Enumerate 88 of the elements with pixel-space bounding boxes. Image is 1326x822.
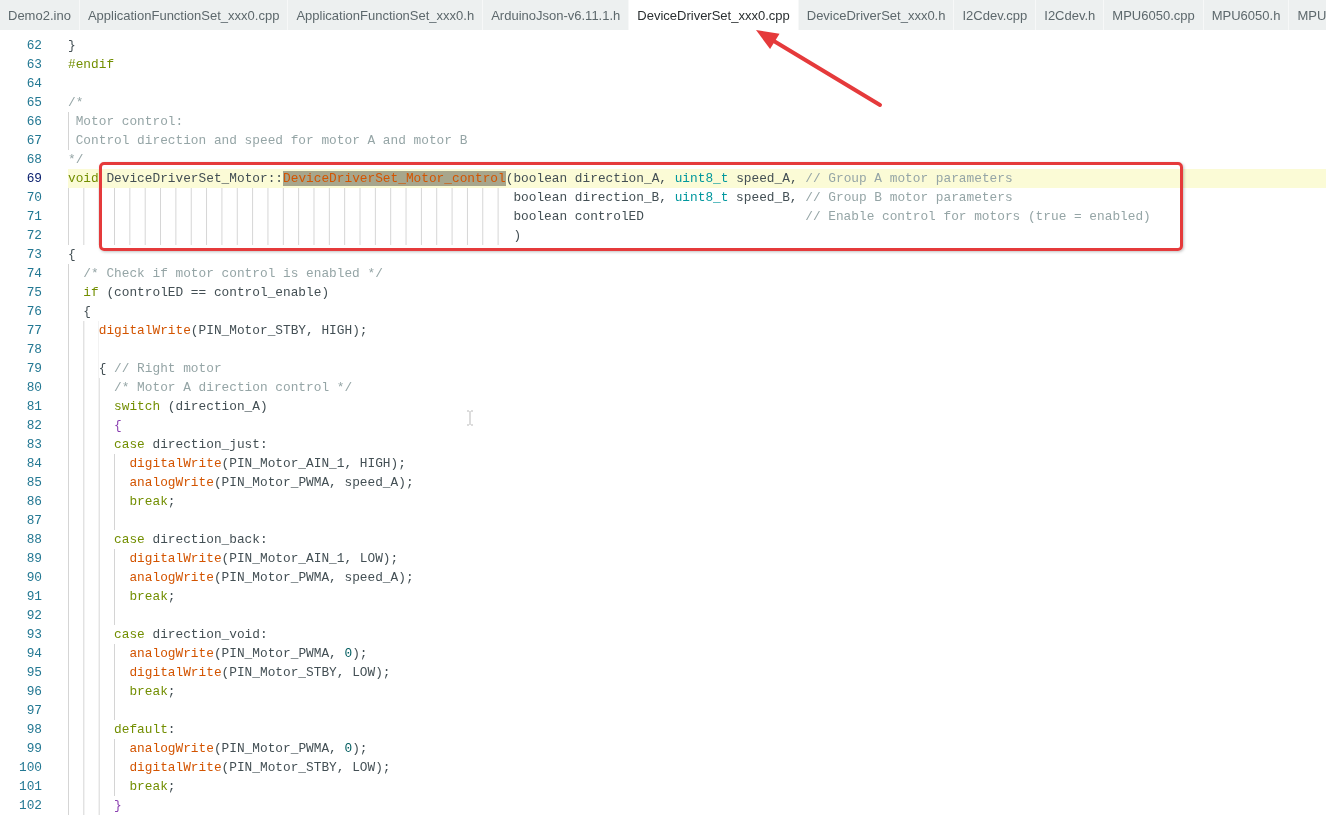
code-line: Control direction and speed for motor A and motor B [75, 133, 468, 148]
line-number: 64 [25, 75, 42, 93]
line-number: 63 [25, 56, 42, 74]
code-line: ) [513, 228, 522, 243]
code-line: } [68, 38, 76, 53]
code-line: void DeviceDriverSet_Motor::DeviceDriverSet_Motor_control(boolean direction_A, uint8_t speed_A, // Group A motor parameters [68, 171, 1013, 186]
line-number: 93 [25, 626, 42, 644]
file-tab[interactable]: MPU [1289, 0, 1326, 30]
file-tab[interactable]: DeviceDriverSet_xxx0.cpp [629, 0, 799, 30]
code-line: break; [129, 589, 176, 604]
code-line: break; [129, 779, 176, 794]
code-line: analogWrite(PIN_Motor_PWMA, 0); [129, 646, 368, 661]
code-line: */ [68, 152, 84, 167]
code-line: case direction_void: [114, 627, 268, 642]
code-line: default: [114, 722, 176, 737]
line-number: 91 [25, 588, 42, 606]
code-line: analogWrite(PIN_Motor_PWMA, 0); [129, 741, 368, 756]
line-number: 99 [25, 740, 42, 758]
line-number: 101 [17, 778, 42, 796]
line-number: 84 [25, 455, 42, 473]
line-number: 96 [25, 683, 42, 701]
line-number: 74 [25, 265, 42, 283]
line-number: 70 [25, 189, 42, 207]
file-tab[interactable]: Demo2.ino [0, 0, 80, 30]
code-line: #endif [68, 57, 115, 72]
line-number: 82 [25, 417, 42, 435]
code-line: { // Right motor [98, 361, 222, 376]
line-number: 97 [25, 702, 42, 720]
line-number: 67 [25, 132, 42, 150]
line-number: 90 [25, 569, 42, 587]
file-tab[interactable]: MPU6050.h [1203, 0, 1290, 30]
line-number: 86 [25, 493, 42, 511]
line-number: 65 [25, 94, 42, 112]
code-line: /* [68, 95, 84, 110]
line-number: 81 [25, 398, 42, 416]
code-line: analogWrite(PIN_Motor_PWMA, speed_A); [129, 570, 414, 585]
line-number: 79 [25, 360, 42, 378]
line-number: 87 [25, 512, 42, 530]
line-number: 73 [25, 246, 42, 264]
file-tab[interactable]: MPU6050.cpp [1104, 0, 1204, 30]
line-number: 94 [25, 645, 42, 663]
code-line: case direction_just: [114, 437, 268, 452]
line-number: 62 [25, 37, 42, 55]
line-number: 102 [17, 797, 42, 815]
line-number: 95 [25, 664, 42, 682]
line-number: 85 [25, 474, 42, 492]
code-line: digitalWrite(PIN_Motor_STBY, HIGH); [98, 323, 368, 338]
line-number: 66 [25, 113, 42, 131]
line-number: 72 [25, 227, 42, 245]
line-number: 98 [25, 721, 42, 739]
line-number: 88 [25, 531, 42, 549]
line-number: 69 [25, 170, 42, 188]
file-tab[interactable]: ApplicationFunctionSet_xxx0.h [288, 0, 484, 30]
code-line: { [114, 418, 122, 433]
line-number: 71 [25, 208, 42, 226]
file-tab[interactable]: ApplicationFunctionSet_xxx0.cpp [79, 0, 289, 30]
code-line: { [68, 247, 76, 262]
code-line: if (controlED == control_enable) [83, 285, 330, 300]
code-line: break; [129, 684, 176, 699]
code-line: switch (direction_A) [114, 399, 268, 414]
line-number: 78 [25, 341, 42, 359]
code-line: break; [129, 494, 176, 509]
line-number: 68 [25, 151, 42, 169]
code-line: { [83, 304, 92, 319]
text-cursor-icon [466, 410, 474, 426]
code-line: digitalWrite(PIN_Motor_STBY, LOW); [129, 665, 391, 680]
code-line: boolean controlED // Enable control for motors (true = enabled) [513, 209, 1151, 224]
line-number: 76 [25, 303, 42, 321]
code-line: /* Check if motor control is enabled */ [83, 266, 383, 281]
code-line: Motor control: [75, 114, 184, 129]
file-tab[interactable]: DeviceDriverSet_xxx0.h [798, 0, 955, 30]
line-number: 83 [25, 436, 42, 454]
code-line: digitalWrite(PIN_Motor_STBY, LOW); [129, 760, 391, 775]
line-number: 80 [25, 379, 42, 397]
line-number: 100 [17, 759, 42, 777]
code-line: case direction_back: [114, 532, 268, 547]
code-line: digitalWrite(PIN_Motor_AIN_1, HIGH); [129, 456, 406, 471]
line-number: 89 [25, 550, 42, 568]
code-line: boolean direction_B, uint8_t speed_B, // Group B motor parameters [513, 190, 1013, 205]
file-tab[interactable]: I2Cdev.cpp [954, 0, 1037, 30]
line-number: 75 [25, 284, 42, 302]
code-line: } [114, 798, 122, 813]
line-number: 77 [25, 322, 42, 340]
line-number: 92 [25, 607, 42, 625]
file-tab[interactable]: I2Cdev.h [1036, 0, 1105, 30]
code-line: analogWrite(PIN_Motor_PWMA, speed_A); [129, 475, 414, 490]
code-line: digitalWrite(PIN_Motor_AIN_1, LOW); [129, 551, 399, 566]
code-line: /* Motor A direction control */ [114, 380, 353, 395]
